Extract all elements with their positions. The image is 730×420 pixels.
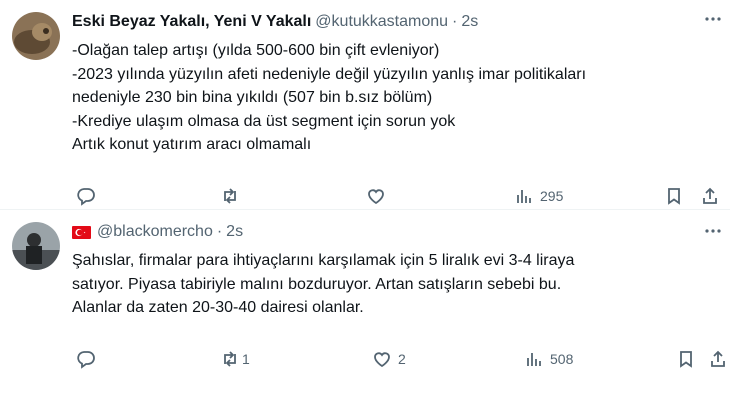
views-icon xyxy=(527,353,541,366)
like-button[interactable]: 2 xyxy=(372,347,406,371)
avatar[interactable] xyxy=(12,12,60,60)
separator-dot: · xyxy=(216,223,223,240)
tweet-text: -Olağan talep artışı (yılda 500-600 bin … xyxy=(72,39,706,157)
bookmark-button[interactable] xyxy=(664,184,684,208)
timestamp[interactable]: 2s xyxy=(226,223,243,241)
views-count: 508 xyxy=(550,351,574,367)
reply-button[interactable] xyxy=(76,347,96,371)
retweet-icon xyxy=(224,188,236,204)
share-icon xyxy=(711,350,725,367)
separator-dot: · xyxy=(452,13,458,30)
tweet-text-line: -2023 yılında yüzyılın afeti nedeniyle d… xyxy=(72,65,587,83)
retweet-count: 1 xyxy=(242,351,250,367)
reply-icon xyxy=(77,188,95,206)
tweet[interactable]: @blackomercho · 2s Şahıslar, firmalar pa… xyxy=(0,210,730,420)
tweet-header: @blackomercho · 2s xyxy=(72,221,718,243)
tweet-text-line: -Krediye ulaşım olmasa da üst segment iç… xyxy=(72,112,456,130)
views-icon xyxy=(517,190,531,203)
views-button[interactable]: 508 xyxy=(524,347,573,371)
tweet-text-line: Şahıslar, firmalar para ihtiyaçlarını ka… xyxy=(72,252,575,269)
tweet-text-line: nedeniyle 230 bin bina yıkıldı (507 bin … xyxy=(72,89,433,106)
tweet-text: Şahıslar, firmalar para ihtiyaçlarını ka… xyxy=(72,249,706,320)
retweet-button[interactable]: 1 xyxy=(220,347,250,371)
views-count: 295 xyxy=(540,188,564,204)
display-name[interactable]: Eski Beyaz Yakalı, Yeni V Yakalı xyxy=(72,13,311,31)
retweet-button[interactable] xyxy=(220,184,240,208)
like-icon xyxy=(374,352,390,368)
tweet-text-line: Artık konut yatırım aracı olmamalı xyxy=(72,136,312,153)
share-button[interactable] xyxy=(700,184,720,208)
like-icon xyxy=(368,189,384,205)
like-button[interactable] xyxy=(366,184,386,208)
reply-button[interactable] xyxy=(76,184,96,208)
share-button[interactable] xyxy=(708,347,728,371)
timestamp[interactable]: 2s xyxy=(461,13,478,31)
bookmark-icon xyxy=(668,188,680,205)
tweet-text-line: -Olağan talep artışı (yılda 500-600 bin … xyxy=(72,42,440,59)
tweet-text-line: Alanlar da zaten 20-30-40 dairesi olanla… xyxy=(72,299,364,316)
like-count: 2 xyxy=(398,351,406,367)
avatar[interactable] xyxy=(12,222,60,270)
tweet[interactable]: Eski Beyaz Yakalı, Yeni V Yakalı @kutukk… xyxy=(0,0,730,210)
tweet-actions: 295 xyxy=(72,184,730,208)
reply-icon xyxy=(77,351,95,369)
more-icon[interactable] xyxy=(702,220,724,242)
more-icon[interactable] xyxy=(702,8,724,30)
turkey-flag-icon xyxy=(72,225,91,239)
tweet-header: Eski Beyaz Yakalı, Yeni V Yakalı @kutukk… xyxy=(72,11,718,33)
views-button[interactable]: 295 xyxy=(514,184,563,208)
retweet-icon xyxy=(224,351,236,367)
share-icon xyxy=(703,187,717,204)
tweet-text-line: satıyor. Piyasa tabiriyle malını bozduru… xyxy=(72,275,562,293)
user-handle[interactable]: @blackomercho xyxy=(97,223,213,241)
user-handle[interactable]: @kutukkastamonu xyxy=(315,13,448,31)
bookmark-button[interactable] xyxy=(676,347,696,371)
tweet-actions: 1 2 508 xyxy=(72,347,730,371)
bookmark-icon xyxy=(680,351,692,368)
